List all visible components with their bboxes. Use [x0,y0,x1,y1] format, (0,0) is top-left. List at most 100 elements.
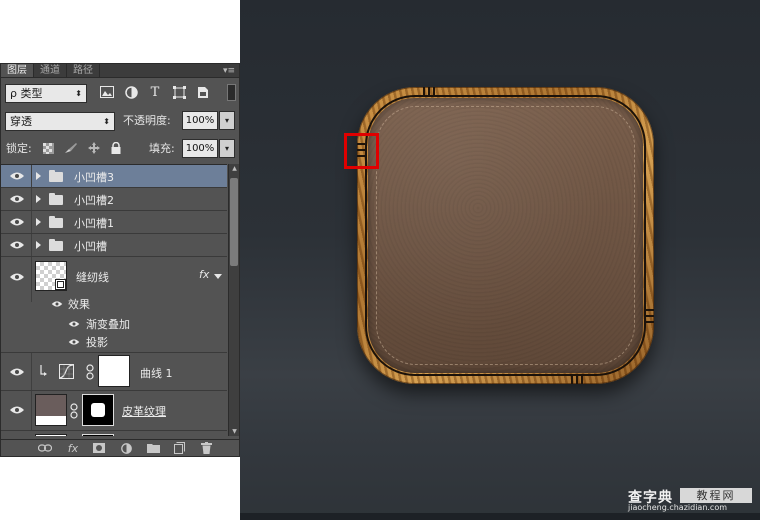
chain-link-icon[interactable] [70,403,78,419]
groove-notch [571,376,573,384]
layer-row-leather[interactable]: 皮革纹理 [1,391,227,431]
effects-eye-icon[interactable] [51,300,63,308]
fill-dropdown-button[interactable]: ▾ [219,139,235,158]
blend-mode-label: 穿透 [10,114,32,128]
folder-icon [49,216,63,228]
groove-notch [646,321,654,323]
shape-badge-icon [55,279,66,290]
lock-position-icon[interactable] [87,141,101,155]
layer-row-partial[interactable] [1,431,227,436]
link-layers-icon[interactable] [38,441,52,455]
layer-scrollbar[interactable]: ▲ ▼ [228,164,239,436]
type-filter-icon[interactable]: T [147,84,163,100]
layer-row-group-3[interactable]: 小凹槽3 [1,165,227,188]
lock-row: 锁定: 填充: 100% ▾ [1,138,239,160]
fx-icon[interactable]: fx [66,441,80,455]
layer-name[interactable]: 曲线 1 [140,365,173,381]
divider [31,234,32,256]
tab-paths[interactable]: 路径 [67,64,100,77]
groove-notch [428,87,430,95]
new-group-icon[interactable] [146,441,160,455]
tab-channels[interactable]: 通道 [34,64,67,77]
layer-row-group[interactable]: 小凹槽 [1,234,227,257]
effect-eye-icon[interactable] [68,338,80,346]
blend-row: 穿透 ⬍ 不透明度: 100% ▾ [1,110,239,132]
image-filter-icon[interactable] [99,84,115,100]
delete-layer-icon[interactable] [199,441,213,455]
filter-kind-select[interactable]: ρ 类型 ⬍ [5,83,87,103]
folder-icon [49,170,63,182]
effect-drop-shadow[interactable]: 投影 [86,334,108,350]
opacity-label: 不透明度: [123,114,171,127]
stitching-line [376,106,635,365]
clipping-arrow-icon [40,365,47,376]
layer-thumbnail[interactable] [35,434,67,436]
expand-arrow-icon[interactable] [36,218,41,226]
layer-row-group-2[interactable]: 小凹槽2 [1,188,227,211]
groove-notch [646,315,654,317]
layer-row-stitching[interactable]: 缝纫线 fx 效果 渐变叠加 投影 [1,257,227,353]
visibility-eye-icon[interactable] [9,367,25,377]
adjustment-filter-icon[interactable] [123,84,139,100]
new-layer-icon[interactable] [172,441,186,455]
effect-gradient-overlay[interactable]: 渐变叠加 [86,316,130,332]
fx-badge-icon[interactable]: fx [199,268,209,281]
expand-arrow-icon[interactable] [36,195,41,203]
chain-link-icon[interactable] [86,364,94,380]
panel-tabs: 图层 通道 路径 ▾≡ [1,64,239,78]
expand-arrow-icon[interactable] [36,172,41,180]
layer-row-group-1[interactable]: 小凹槽1 [1,211,227,234]
scroll-up-icon[interactable]: ▲ [230,165,239,172]
layer-name[interactable]: 缝纫线 [76,269,109,285]
visibility-eye-icon[interactable] [9,171,25,181]
watermark: 查字典 教程网 jiaocheng.chazidian.com [628,487,754,512]
scroll-thumb[interactable] [230,178,238,266]
blend-mode-select[interactable]: 穿透 ⬍ [5,111,115,131]
layer-mask-thumbnail[interactable] [98,355,130,387]
tab-layers[interactable]: 图层 [1,64,34,77]
collapse-effects-icon[interactable] [214,274,222,279]
fill-input[interactable]: 100% [182,139,218,158]
lock-label: 锁定: [6,142,32,155]
visibility-eye-icon[interactable] [9,405,25,415]
fill-label: 填充: [149,142,175,155]
smart-object-filter-icon[interactable] [195,84,211,100]
effect-eye-icon[interactable] [68,320,80,328]
panel-menu-icon[interactable]: ▾≡ [223,64,235,78]
shape-filter-icon[interactable] [171,84,187,100]
scroll-down-icon[interactable]: ▼ [230,428,239,435]
add-mask-icon[interactable] [92,441,106,455]
divider [31,211,32,233]
layer-mask-thumbnail[interactable] [82,394,114,426]
visibility-eye-icon[interactable] [9,217,25,227]
filter-toggle-switch[interactable] [227,84,236,101]
layer-thumbnail[interactable] [35,394,67,426]
expand-arrow-icon[interactable] [36,241,41,249]
opacity-input[interactable]: 100% [182,111,218,130]
photoshop-window: 图层 通道 路径 ▾≡ ρ 类型 ⬍ T 穿透 ⬍ 不透明度: 100% ▾ 锁… [0,0,760,520]
layer-list: 小凹槽3 小凹槽2 小凹槽1 小凹槽 缝纫线 fx 效果 渐变叠加 投影 曲线 … [1,164,227,436]
layer-row-curves[interactable]: 曲线 1 [1,353,227,391]
divider [31,257,32,302]
adjustment-layer-icon[interactable] [119,441,133,455]
lock-image-pixels-icon[interactable] [63,141,77,155]
filter-row: ρ 类型 ⬍ T [1,82,239,104]
visibility-eye-icon[interactable] [9,240,25,250]
chevron-updown-icon: ⬍ [75,88,82,98]
opacity-dropdown-button[interactable]: ▾ [219,111,235,130]
layer-name[interactable]: 小凹槽1 [74,215,114,231]
layer-name[interactable]: 小凹槽2 [74,192,114,208]
groove-notch [433,87,435,95]
mask-shape [91,403,105,417]
curves-adjustment-icon[interactable] [59,364,74,379]
layer-mask-thumbnail[interactable] [82,434,114,436]
divider [31,353,32,390]
visibility-eye-icon[interactable] [9,272,25,282]
layer-name[interactable]: 小凹槽 [74,238,107,254]
lock-transparent-pixels-icon[interactable] [41,141,55,155]
layer-name[interactable]: 皮革纹理 [122,403,166,419]
lock-all-icon[interactable] [109,141,123,155]
visibility-eye-icon[interactable] [9,194,25,204]
divider [31,188,32,210]
layer-name[interactable]: 小凹槽3 [74,169,114,185]
